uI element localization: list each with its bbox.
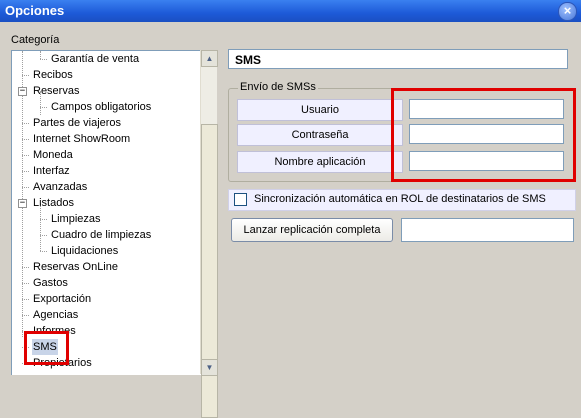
title-bar: Opciones × — [0, 0, 581, 22]
scroll-up-icon[interactable]: ▲ — [201, 50, 218, 67]
window-title: Opciones — [5, 3, 65, 18]
tree-item-limpiezas[interactable]: Limpiezas — [50, 211, 102, 227]
scroll-down-icon[interactable]: ▼ — [201, 359, 218, 376]
page-title: SMS — [228, 49, 568, 69]
category-label: Categoría — [11, 34, 60, 46]
tree-item-liquidaciones[interactable]: Liquidaciones — [50, 243, 119, 259]
tree-item-recibos[interactable]: Recibos — [32, 67, 74, 83]
replicate-button[interactable]: Lanzar replicación completa — [231, 218, 393, 242]
sync-checkbox[interactable] — [234, 193, 247, 206]
sync-label: Sincronización automática en ROL de dest… — [254, 193, 546, 205]
tree-item-reservas-online[interactable]: Reservas OnLine — [32, 259, 119, 275]
tree-item-cuadro-limpiezas[interactable]: Cuadro de limpiezas — [50, 227, 152, 243]
tree-item-avanzadas[interactable]: Avanzadas — [32, 179, 88, 195]
collapse-icon[interactable]: − — [18, 87, 27, 96]
category-tree[interactable]: Garantía de venta Recibos − Reservas Cam… — [11, 50, 217, 375]
tree-item-moneda[interactable]: Moneda — [32, 147, 74, 163]
tree-item-listados[interactable]: Listados — [32, 195, 75, 211]
tree-item-agencias[interactable]: Agencias — [32, 307, 79, 323]
tree-line — [40, 51, 41, 59]
tree-scrollbar[interactable]: ▲ ▼ — [200, 50, 218, 418]
tree-item-garantia[interactable]: Garantía de venta — [50, 51, 140, 67]
tree-item-interfaz[interactable]: Interfaz — [32, 163, 71, 179]
tree-item-gastos[interactable]: Gastos — [32, 275, 69, 291]
sms-highlight-box — [24, 331, 69, 365]
replicate-field[interactable] — [401, 218, 574, 242]
contrasena-label: Contraseña — [237, 124, 403, 146]
tree-item-exportacion[interactable]: Exportación — [32, 291, 92, 307]
fields-highlight-box — [391, 88, 576, 182]
collapse-icon[interactable]: − — [18, 199, 27, 208]
usuario-label: Usuario — [237, 99, 403, 121]
tree-item-partes-viajeros[interactable]: Partes de viajeros — [32, 115, 122, 131]
group-title: Envío de SMSs — [238, 81, 318, 93]
nombre-aplicacion-label: Nombre aplicación — [237, 151, 403, 173]
tree-item-showroom[interactable]: Internet ShowRoom — [32, 131, 131, 147]
close-icon[interactable]: × — [558, 2, 577, 21]
tree-item-campos-obligatorios[interactable]: Campos obligatorios — [50, 99, 152, 115]
tree-item-reservas[interactable]: Reservas — [32, 83, 80, 99]
